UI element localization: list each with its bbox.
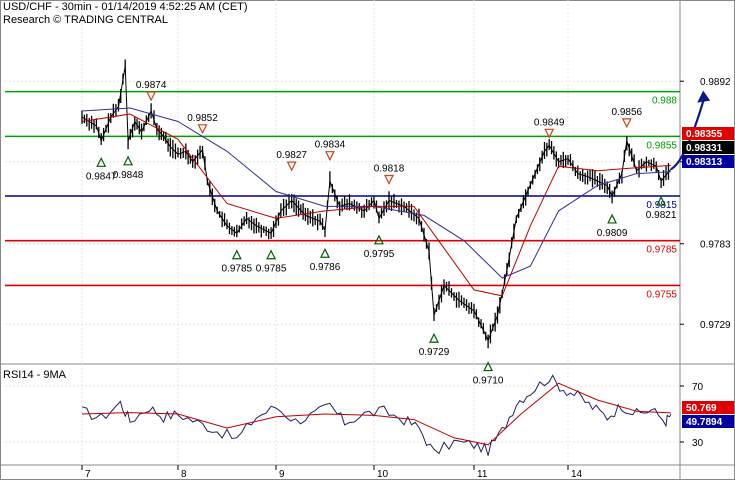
low-label: 0.9821	[646, 210, 677, 221]
x-tick-label: 14	[571, 469, 583, 480]
x-tick-label: 7	[85, 469, 91, 480]
low-marker	[231, 249, 242, 260]
low-label: 0.9809	[597, 228, 628, 239]
level-label-resistance: 0.9855	[646, 140, 677, 151]
rsi-y-tick-label: 30	[692, 438, 704, 449]
high-label: 0.9834	[315, 140, 346, 151]
chart-canvas: 7891011140.98920.98380.97830.97290.9880.…	[0, 0, 735, 480]
low-marker	[123, 155, 134, 166]
high-label: 0.9849	[534, 117, 565, 128]
x-tick-label: 8	[181, 469, 187, 480]
low-marker	[429, 332, 439, 343]
level-label-support: 0.9785	[646, 245, 677, 256]
low-marker	[266, 249, 277, 260]
price-box-label: 0.98313	[686, 157, 723, 168]
high-marker	[146, 91, 157, 102]
rsi-y-tick-label: 70	[692, 382, 704, 393]
price-box-label: 0.98331	[686, 143, 723, 154]
low-marker	[607, 213, 618, 224]
high-label: 0.9856	[612, 107, 643, 118]
low-label: 0.9786	[310, 262, 341, 273]
rsi-title: RSI14 - 9MA	[3, 369, 66, 381]
level-label-resistance: 0.988	[652, 96, 677, 107]
low-label: 0.9785	[256, 264, 287, 275]
level-label-support: 0.9755	[646, 289, 677, 300]
high-label: 0.9827	[276, 150, 307, 161]
high-marker	[621, 118, 632, 129]
rsi-value-label: 50.769	[686, 403, 717, 414]
chart-credit: Research © TRADING CENTRAL	[3, 14, 168, 26]
chart-root: 7891011140.98920.98380.97830.97290.9880.…	[0, 0, 735, 480]
low-label: 0.9795	[364, 249, 395, 260]
high-marker	[384, 174, 394, 185]
rsi-ma-line	[81, 382, 671, 446]
y-tick-label: 0.9892	[700, 77, 731, 88]
price-box-label: 0.98355	[686, 129, 723, 140]
high-label: 0.9852	[187, 113, 218, 124]
y-tick-label: 0.9729	[700, 320, 731, 331]
low-label: 0.9785	[222, 264, 253, 275]
low-marker	[96, 156, 107, 167]
rsi-value-label: 49.7894	[686, 417, 723, 428]
x-tick-label: 10	[377, 469, 389, 480]
low-label: 0.9710	[473, 376, 504, 387]
high-marker	[286, 161, 297, 172]
low-marker	[374, 234, 384, 245]
high-label: 0.9818	[374, 164, 405, 175]
forecast-arrowhead	[697, 90, 711, 103]
high-label: 0.9874	[136, 80, 167, 91]
low-label: 0.9848	[113, 170, 144, 181]
chart-title: USD/CHF - 30min - 01/14/2019 4:52:25 AM …	[3, 1, 248, 13]
y-tick-label: 0.9783	[700, 240, 731, 251]
low-label: 0.9729	[419, 347, 450, 358]
x-tick-label: 11	[477, 469, 488, 480]
low-marker	[320, 247, 330, 258]
x-tick-label: 9	[279, 469, 285, 480]
high-marker	[324, 151, 335, 162]
high-marker	[197, 124, 208, 135]
